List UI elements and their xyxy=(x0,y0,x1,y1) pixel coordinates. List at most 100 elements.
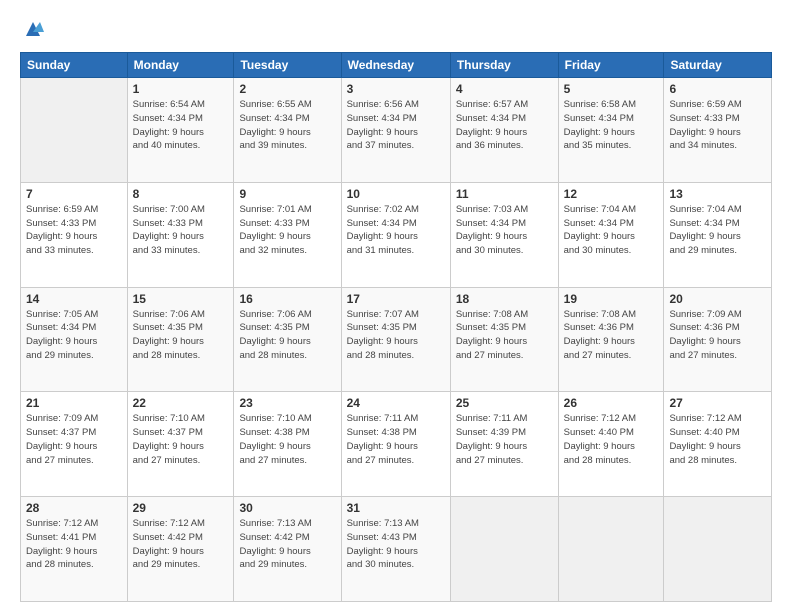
day-number: 31 xyxy=(347,501,445,515)
day-info: Sunrise: 7:09 AM Sunset: 4:36 PM Dayligh… xyxy=(669,308,766,363)
day-number: 10 xyxy=(347,187,445,201)
calendar-day-cell: 17Sunrise: 7:07 AM Sunset: 4:35 PM Dayli… xyxy=(341,287,450,392)
calendar-day-cell: 29 Sunrise: 7:12 AM Sunset: 4:42 PM Dayli… xyxy=(127,497,234,602)
day-number: 21 xyxy=(26,396,122,410)
calendar-body: 1Sunrise: 6:54 AM Sunset: 4:34 PM Daylig… xyxy=(21,78,772,602)
day-info: Sunrise: 6:59 AM Sunset: 4:33 PM Dayligh… xyxy=(669,98,766,153)
day-number: 28 xyxy=(26,501,122,515)
calendar-week-row: 1Sunrise: 6:54 AM Sunset: 4:34 PM Daylig… xyxy=(21,78,772,183)
day-of-week-header: Tuesday xyxy=(234,53,341,78)
day-info: Sunrise: 7:06 AM Sunset: 4:35 PM Dayligh… xyxy=(239,308,335,363)
day-number: 14 xyxy=(26,292,122,306)
day-number: 13 xyxy=(669,187,766,201)
day-number: 2 xyxy=(239,82,335,96)
day-info: Sunrise: 6:59 AM Sunset: 4:33 PM Dayligh… xyxy=(26,203,122,258)
calendar-day-cell: 23 Sunrise: 7:10 AM Sunset: 4:38 PM Dayli… xyxy=(234,392,341,497)
calendar-day-cell: 28 Sunrise: 7:12 AM Sunset: 4:41 PM Dayli… xyxy=(21,497,128,602)
calendar-day-cell: 4Sunrise: 6:57 AM Sunset: 4:34 PM Daylig… xyxy=(450,78,558,183)
day-number: 11 xyxy=(456,187,553,201)
calendar-week-row: 21 Sunrise: 7:09 AM Sunset: 4:37 PM Dayli… xyxy=(21,392,772,497)
page: SundayMondayTuesdayWednesdayThursdayFrid… xyxy=(0,0,792,612)
calendar-table: SundayMondayTuesdayWednesdayThursdayFrid… xyxy=(20,52,772,602)
calendar-header: SundayMondayTuesdayWednesdayThursdayFrid… xyxy=(21,53,772,78)
day-info: Sunrise: 7:13 AM Sunset: 4:43 PM Dayligh… xyxy=(347,517,445,572)
day-info: Sunrise: 6:56 AM Sunset: 4:34 PM Dayligh… xyxy=(347,98,445,153)
day-info: Sunrise: 7:05 AM Sunset: 4:34 PM Dayligh… xyxy=(26,308,122,363)
day-number: 7 xyxy=(26,187,122,201)
calendar-day-cell: 24 Sunrise: 7:11 AM Sunset: 4:38 PM Dayli… xyxy=(341,392,450,497)
day-info: Sunrise: 7:03 AM Sunset: 4:34 PM Dayligh… xyxy=(456,203,553,258)
day-info: Sunrise: 6:57 AM Sunset: 4:34 PM Dayligh… xyxy=(456,98,553,153)
day-info: Sunrise: 7:12 AM Sunset: 4:40 PM Dayligh… xyxy=(564,412,659,467)
day-number: 17 xyxy=(347,292,445,306)
day-number: 25 xyxy=(456,396,553,410)
calendar-day-cell: 13Sunrise: 7:04 AM Sunset: 4:34 PM Dayli… xyxy=(664,182,772,287)
day-number: 8 xyxy=(133,187,229,201)
day-number: 23 xyxy=(239,396,335,410)
day-info: Sunrise: 7:12 AM Sunset: 4:42 PM Dayligh… xyxy=(133,517,229,572)
day-number: 26 xyxy=(564,396,659,410)
day-info: Sunrise: 7:11 AM Sunset: 4:38 PM Dayligh… xyxy=(347,412,445,467)
day-info: Sunrise: 6:55 AM Sunset: 4:34 PM Dayligh… xyxy=(239,98,335,153)
day-info: Sunrise: 7:04 AM Sunset: 4:34 PM Dayligh… xyxy=(564,203,659,258)
calendar-day-cell: 7 Sunrise: 6:59 AM Sunset: 4:33 PM Daylig… xyxy=(21,182,128,287)
day-info: Sunrise: 7:08 AM Sunset: 4:35 PM Dayligh… xyxy=(456,308,553,363)
day-info: Sunrise: 7:10 AM Sunset: 4:38 PM Dayligh… xyxy=(239,412,335,467)
calendar-day-cell: 22Sunrise: 7:10 AM Sunset: 4:37 PM Dayli… xyxy=(127,392,234,497)
day-number: 18 xyxy=(456,292,553,306)
day-number: 12 xyxy=(564,187,659,201)
day-number: 19 xyxy=(564,292,659,306)
day-info: Sunrise: 7:10 AM Sunset: 4:37 PM Dayligh… xyxy=(133,412,229,467)
day-info: Sunrise: 6:58 AM Sunset: 4:34 PM Dayligh… xyxy=(564,98,659,153)
calendar-day-cell: 6 Sunrise: 6:59 AM Sunset: 4:33 PM Daylig… xyxy=(664,78,772,183)
day-number: 1 xyxy=(133,82,229,96)
calendar-day-cell: 12 Sunrise: 7:04 AM Sunset: 4:34 PM Dayli… xyxy=(558,182,664,287)
day-number: 20 xyxy=(669,292,766,306)
calendar-day-cell: 16 Sunrise: 7:06 AM Sunset: 4:35 PM Dayli… xyxy=(234,287,341,392)
day-info: Sunrise: 7:13 AM Sunset: 4:42 PM Dayligh… xyxy=(239,517,335,572)
calendar-day-cell: 19 Sunrise: 7:08 AM Sunset: 4:36 PM Dayli… xyxy=(558,287,664,392)
day-of-week-header: Monday xyxy=(127,53,234,78)
day-of-week-header: Sunday xyxy=(21,53,128,78)
header-row: SundayMondayTuesdayWednesdayThursdayFrid… xyxy=(21,53,772,78)
day-number: 29 xyxy=(133,501,229,515)
day-info: Sunrise: 7:12 AM Sunset: 4:41 PM Dayligh… xyxy=(26,517,122,572)
day-of-week-header: Saturday xyxy=(664,53,772,78)
logo-icon xyxy=(22,18,44,40)
header xyxy=(20,18,772,40)
logo xyxy=(20,18,44,40)
calendar-day-cell: 26 Sunrise: 7:12 AM Sunset: 4:40 PM Dayli… xyxy=(558,392,664,497)
calendar-day-cell xyxy=(664,497,772,602)
calendar-day-cell: 27Sunrise: 7:12 AM Sunset: 4:40 PM Dayli… xyxy=(664,392,772,497)
day-info: Sunrise: 7:08 AM Sunset: 4:36 PM Dayligh… xyxy=(564,308,659,363)
calendar-week-row: 14 Sunrise: 7:05 AM Sunset: 4:34 PM Dayli… xyxy=(21,287,772,392)
day-info: Sunrise: 7:01 AM Sunset: 4:33 PM Dayligh… xyxy=(239,203,335,258)
day-of-week-header: Wednesday xyxy=(341,53,450,78)
calendar-week-row: 28 Sunrise: 7:12 AM Sunset: 4:41 PM Dayli… xyxy=(21,497,772,602)
day-number: 30 xyxy=(239,501,335,515)
calendar-day-cell: 14 Sunrise: 7:05 AM Sunset: 4:34 PM Dayli… xyxy=(21,287,128,392)
calendar-day-cell: 1Sunrise: 6:54 AM Sunset: 4:34 PM Daylig… xyxy=(127,78,234,183)
day-number: 6 xyxy=(669,82,766,96)
day-info: Sunrise: 7:09 AM Sunset: 4:37 PM Dayligh… xyxy=(26,412,122,467)
calendar-day-cell: 31 Sunrise: 7:13 AM Sunset: 4:43 PM Dayli… xyxy=(341,497,450,602)
calendar-week-row: 7 Sunrise: 6:59 AM Sunset: 4:33 PM Daylig… xyxy=(21,182,772,287)
calendar-day-cell: 2 Sunrise: 6:55 AM Sunset: 4:34 PM Daylig… xyxy=(234,78,341,183)
calendar-day-cell: 5 Sunrise: 6:58 AM Sunset: 4:34 PM Daylig… xyxy=(558,78,664,183)
day-number: 24 xyxy=(347,396,445,410)
calendar-day-cell: 8 Sunrise: 7:00 AM Sunset: 4:33 PM Daylig… xyxy=(127,182,234,287)
calendar-day-cell: 9Sunrise: 7:01 AM Sunset: 4:33 PM Daylig… xyxy=(234,182,341,287)
day-info: Sunrise: 7:02 AM Sunset: 4:34 PM Dayligh… xyxy=(347,203,445,258)
day-info: Sunrise: 7:11 AM Sunset: 4:39 PM Dayligh… xyxy=(456,412,553,467)
day-of-week-header: Friday xyxy=(558,53,664,78)
calendar-day-cell: 20 Sunrise: 7:09 AM Sunset: 4:36 PM Dayli… xyxy=(664,287,772,392)
day-number: 5 xyxy=(564,82,659,96)
day-number: 27 xyxy=(669,396,766,410)
day-info: Sunrise: 7:00 AM Sunset: 4:33 PM Dayligh… xyxy=(133,203,229,258)
calendar-day-cell: 25 Sunrise: 7:11 AM Sunset: 4:39 PM Dayli… xyxy=(450,392,558,497)
day-number: 16 xyxy=(239,292,335,306)
calendar-day-cell xyxy=(450,497,558,602)
calendar-day-cell: 11 Sunrise: 7:03 AM Sunset: 4:34 PM Dayli… xyxy=(450,182,558,287)
calendar-day-cell: 30 Sunrise: 7:13 AM Sunset: 4:42 PM Dayli… xyxy=(234,497,341,602)
calendar-day-cell: 10 Sunrise: 7:02 AM Sunset: 4:34 PM Dayli… xyxy=(341,182,450,287)
